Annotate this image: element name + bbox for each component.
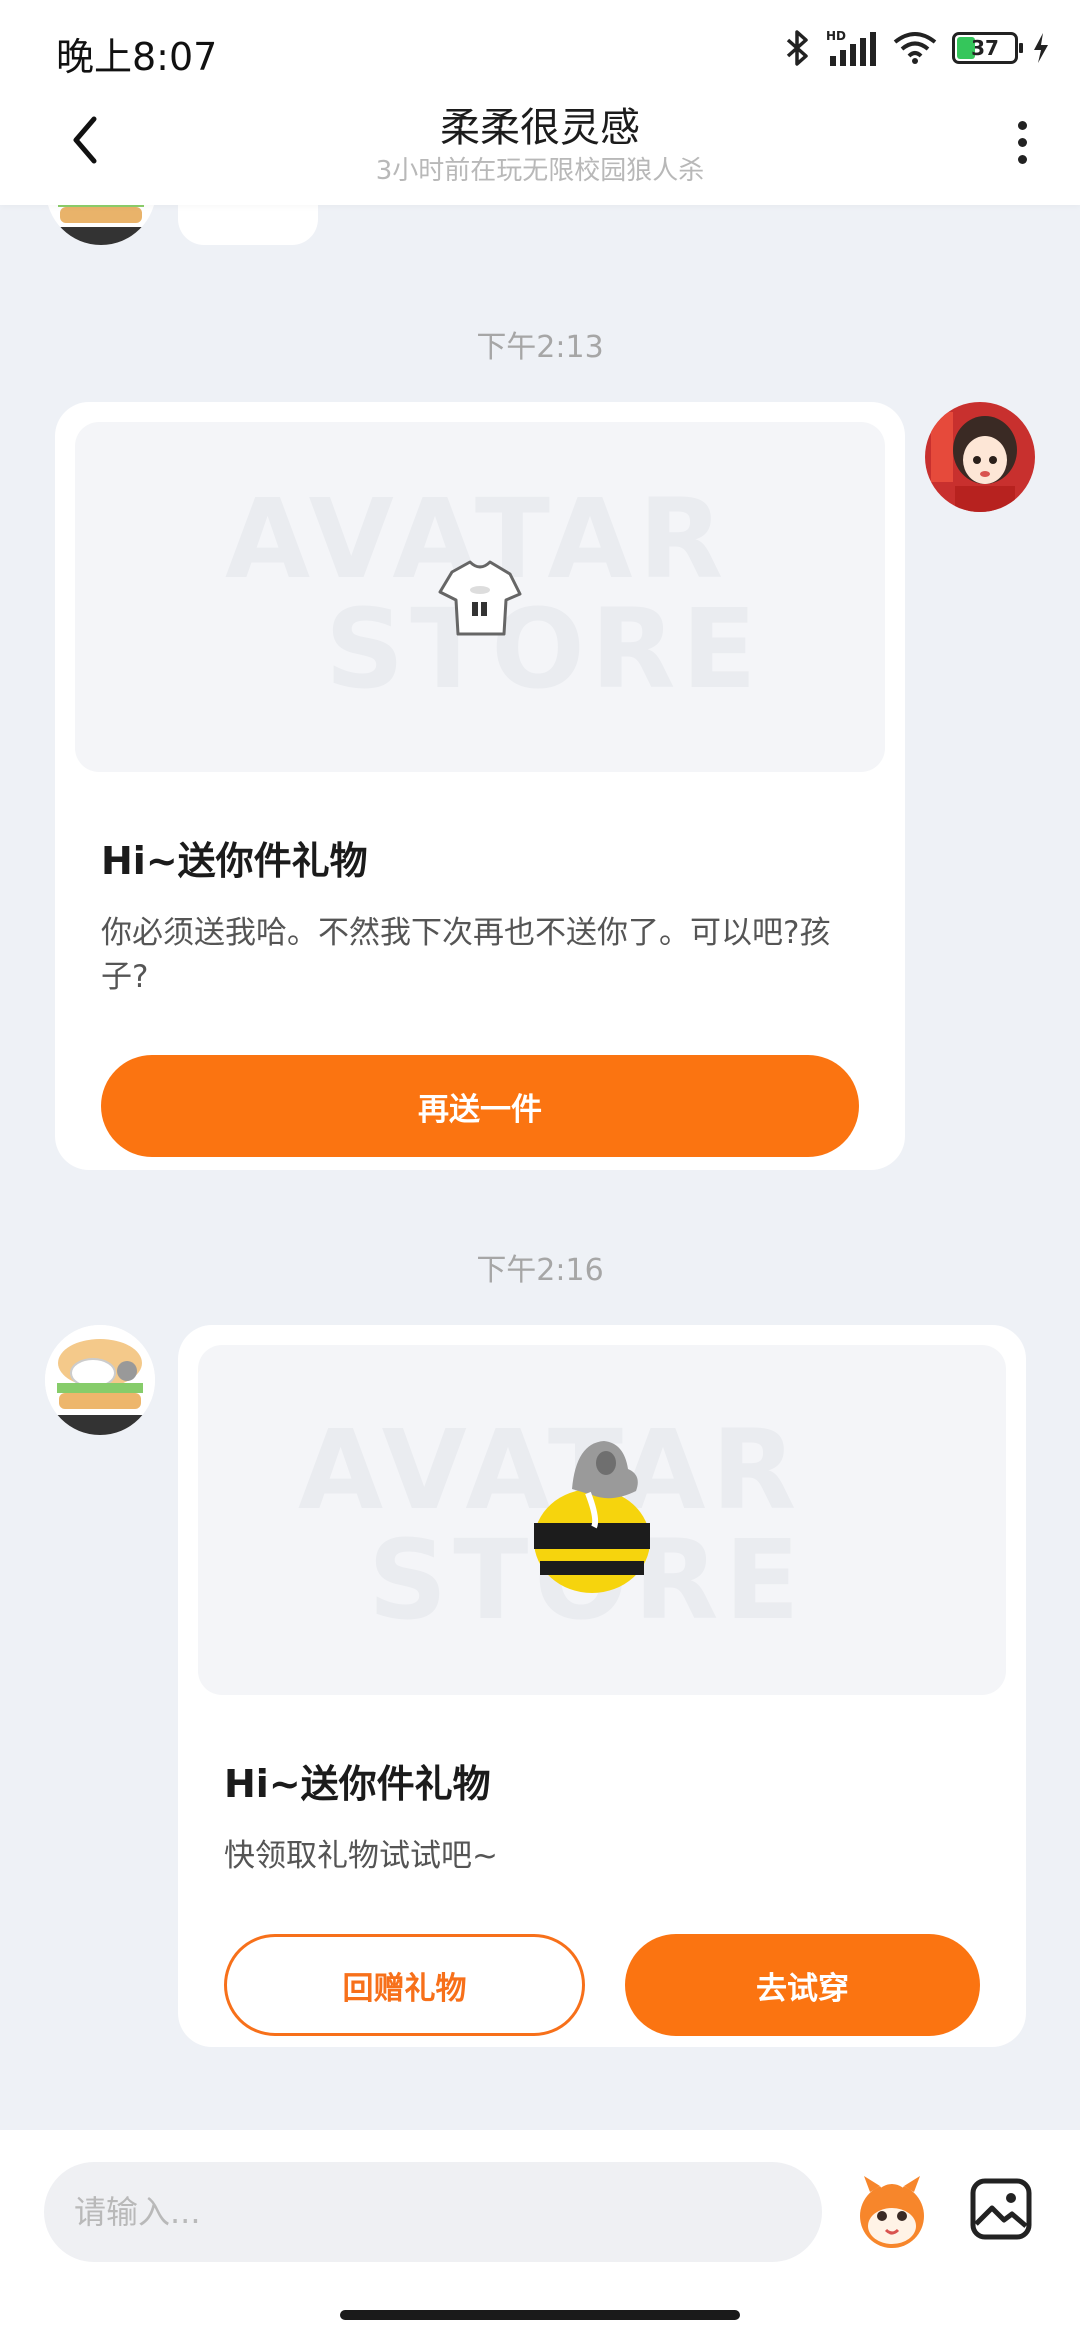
return-gift-button[interactable]: 回赠礼物 <box>224 1934 585 2036</box>
image-icon <box>970 2178 1032 2240</box>
chat-title: 柔柔很灵感 <box>440 105 640 151</box>
message-time: 下午2:16 <box>476 1253 604 1288</box>
watermark-store: STORE <box>325 585 763 713</box>
gift-card[interactable]: AVATAR STORE Hi~送你件礼物 你必须送我哈。不然我下次再也不送你了… <box>55 402 905 1170</box>
gift-preview[interactable]: AVATAR STORE <box>198 1345 1006 1695</box>
battery-icon: 37 <box>952 32 1023 64</box>
top-bar: 晚上8:07 HD 37 柔柔很灵感 3小时前在玩无限校园狼人杀 <box>0 0 1080 205</box>
gift-card-desc: 快领取礼物试试吧~ <box>224 1838 498 1874</box>
status-time: 晚上8:07 <box>56 35 218 79</box>
more-button[interactable] <box>1002 112 1042 172</box>
signal-icon: HD <box>826 29 876 66</box>
chat-subtitle: 3小时前在玩无限校园狼人杀 <box>375 156 705 186</box>
status-icons: HD 37 <box>784 24 1050 72</box>
battery-level: 37 <box>971 36 999 60</box>
image-button[interactable] <box>968 2176 1034 2242</box>
emoji-button[interactable] <box>850 2170 934 2254</box>
avatar-friend[interactable] <box>45 1325 155 1435</box>
wifi-icon <box>893 32 937 64</box>
input-bar <box>0 2130 1080 2340</box>
gift-card-title: Hi~送你件礼物 <box>101 839 368 883</box>
avatar-me[interactable] <box>925 402 1035 512</box>
bluetooth-icon <box>786 30 808 66</box>
mascot-emoji-icon <box>860 2176 924 2248</box>
gift-card[interactable]: AVATAR STORE Hi~送你件礼物 快领取礼物试试吧~ 回赠礼物 去试穿 <box>178 1325 1026 2047</box>
gift-card-title: Hi~送你件礼物 <box>224 1762 491 1806</box>
message-input[interactable] <box>44 2162 822 2262</box>
svg-text:HD: HD <box>826 29 846 43</box>
chat-area[interactable]: 下午2:13 AVATAR STORE Hi~送你件礼物 你必须送我哈。不然我下… <box>0 0 1080 2130</box>
home-indicator <box>340 2310 740 2320</box>
try-on-button[interactable]: 去试穿 <box>625 1934 980 2036</box>
message-time: 下午2:13 <box>476 330 604 365</box>
gift-bee-costume-icon <box>534 1441 650 1593</box>
gift-card-desc: 你必须送我哈。不然我下次再也不送你了。可以吧?孩子? <box>101 915 831 995</box>
charging-icon <box>1034 33 1048 63</box>
send-another-button[interactable]: 再送一件 <box>101 1055 859 1157</box>
more-vertical-icon <box>1017 120 1027 130</box>
gift-shirt-icon <box>438 560 522 636</box>
gift-preview[interactable]: AVATAR STORE <box>75 422 885 772</box>
